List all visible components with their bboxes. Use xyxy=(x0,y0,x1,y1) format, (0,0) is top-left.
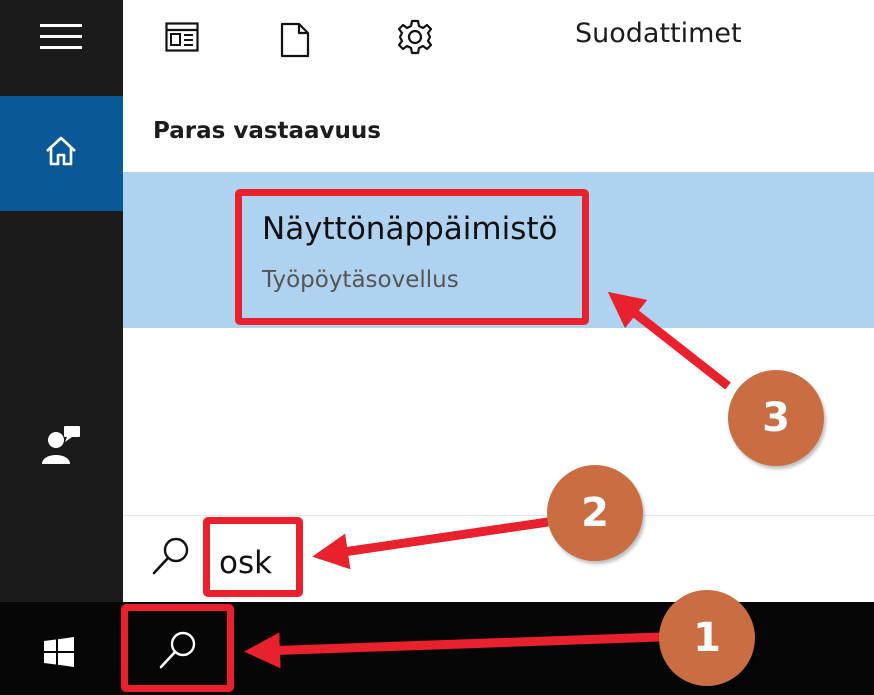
arrow-1 xyxy=(244,632,661,669)
annotation-arrows xyxy=(244,291,731,669)
step-badge-2: 2 xyxy=(547,465,643,561)
arrow-2 xyxy=(312,517,549,570)
arrow-3 xyxy=(607,291,731,390)
step-badge-1: 1 xyxy=(659,590,755,686)
step-badge-3: 3 xyxy=(728,370,824,466)
